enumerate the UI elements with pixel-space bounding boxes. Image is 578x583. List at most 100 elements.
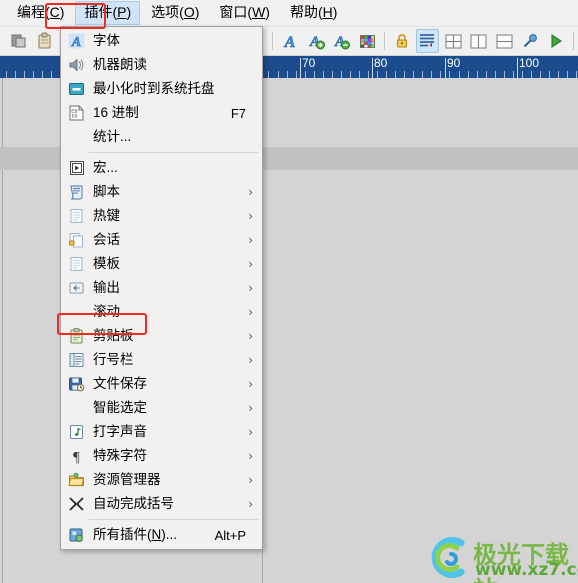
ruler-tick-minor [449,71,450,78]
menu-item-script[interactable]: 脚本 › [61,180,262,204]
menu-item-typing-sound[interactable]: 打字声音 › [61,420,262,444]
menu-item-label: 行号栏 [93,352,134,367]
menu-item-label: 脚本 [93,184,120,199]
ruler-tick-minor [504,71,505,78]
menu-item-label: 资源管理器 [93,472,161,487]
ruler-tick-minor [33,71,34,78]
chevron-right-icon: › [248,209,253,223]
font-remove-icon[interactable]: A [329,29,353,53]
line-number-icon [65,350,88,370]
session-icon [65,230,88,250]
font-blue-icon[interactable]: A [278,29,302,53]
ruler-tick-minor [386,71,387,78]
ruler-tick-minor [422,71,423,78]
menu-item-programming[interactable]: 编程(C) [8,1,73,25]
ruler-tick-minor [495,71,496,78]
menu-item-options[interactable]: 选项(O) [142,1,208,25]
chevron-right-icon: › [248,233,253,247]
ruler-tick-minor [531,71,532,78]
menu-item-text-to-speech[interactable]: 机器朗读 [61,53,262,77]
watermark-url: www.xz7.com [475,560,578,580]
color-palette-icon[interactable] [355,29,379,53]
menu-bar: 编程(C) 插件(P) 选项(O) 窗口(W) 帮助(H) [0,0,578,27]
menu-item-macro[interactable]: 宏... [61,156,262,180]
hex-icon: EB F0 [65,103,88,123]
menu-item-label: 输出 [93,280,120,295]
font-add-icon[interactable]: A [304,29,328,53]
ruler-tick-minor [42,71,43,78]
ruler-tick-major [517,58,518,78]
word-wrap-icon[interactable] [415,29,440,53]
no-icon [65,302,88,322]
copy-to-icon[interactable] [7,29,31,53]
menu-item-plugins[interactable]: 插件(P) [75,1,141,25]
menu-item-label: 文件保存 [93,376,147,391]
ruler-tick-minor [549,71,550,78]
ruler-tick-minor [377,71,378,78]
split-four-icon[interactable] [441,29,465,53]
ruler-tick-minor [413,71,414,78]
menu-item-minimize-to-tray[interactable]: 最小化时到系统托盘 [61,77,262,101]
menu-item-window[interactable]: 窗口(W) [210,1,279,25]
chevron-right-icon: › [248,401,253,415]
chevron-right-icon: › [248,377,253,391]
run-icon[interactable] [544,29,568,53]
ruler-label: 70 [302,56,316,70]
typing-sound-icon [65,422,88,442]
menu-item-label: 最小化时到系统托盘 [93,81,215,96]
menu-item-shortcut: Alt+P [214,527,246,543]
ruler-tick-minor [522,71,523,78]
menu-item-scroll[interactable]: 滚动 › [61,300,262,324]
chevron-right-icon: › [248,353,253,367]
menu-item-all-plugins[interactable]: 所有插件(N)... Alt+P [61,523,262,547]
chevron-right-icon: › [248,281,253,295]
ruler-label: 90 [447,56,461,70]
svg-text:A: A [71,35,81,49]
ruler-tick-minor [468,71,469,78]
menu-item-font[interactable]: A 字体 [61,29,262,53]
menu-item-output[interactable]: 输出 › [61,276,262,300]
ruler-tick-minor [268,71,269,78]
speaker-icon [65,55,88,75]
clipboard-icon [65,326,88,346]
menu-item-clipboard[interactable]: 剪贴板 › [61,324,262,348]
menu-item-session[interactable]: 会话 › [61,228,262,252]
ruler-tick-minor [296,71,297,78]
ruler-tick-minor [540,71,541,78]
ruler-tick-minor [459,71,460,78]
paste-icon[interactable] [33,29,57,53]
menu-item-explorer[interactable]: 资源管理器 › [61,468,262,492]
pin-icon[interactable] [519,29,543,53]
menu-item-file-save[interactable]: 文件保存 › [61,372,262,396]
ruler-tick-minor [341,71,342,78]
menu-item-auto-complete-brackets[interactable]: 自动完成括号 › [61,492,262,516]
menu-item-help[interactable]: 帮助(H) [281,1,346,25]
chevron-right-icon: › [248,329,253,343]
menu-item-special-characters[interactable]: ¶ 特殊字符 › [61,444,262,468]
menu-item-hotkey[interactable]: 热键 › [61,204,262,228]
plugins-dropdown-menu[interactable]: A 字体 机器朗读 最小化时到系统托盘 EB F0 16 进制 F7 统计...… [60,26,263,550]
ruler-tick-major [445,58,446,78]
ruler-tick-minor [278,71,279,78]
menu-item-smart-select[interactable]: 智能选定 › [61,396,262,420]
chevron-right-icon: › [248,425,253,439]
split-vertical-icon[interactable] [467,29,491,53]
split-horizontal-icon[interactable] [493,29,517,53]
chevron-right-icon: › [248,497,253,511]
menu-item-hex[interactable]: EB F0 16 进制 F7 [61,101,262,125]
menu-item-statistics[interactable]: 统计... [61,125,262,149]
ruler-tick-minor [440,71,441,78]
menu-item-label: 机器朗读 [93,57,147,72]
ruler-tick-major [372,58,373,78]
ruler-tick-minor [359,71,360,78]
menu-item-template[interactable]: 模板 › [61,252,262,276]
watermark: 极光下载站 www.xz7.com [427,534,578,583]
lock-icon[interactable] [390,29,414,53]
menu-item-label: 字体 [93,33,120,48]
explorer-folder-icon [65,470,88,490]
pilcrow-icon: ¶ [65,446,88,466]
menu-item-line-number-bar[interactable]: 行号栏 › [61,348,262,372]
menu-separator [65,152,258,153]
ruler-tick-minor [431,71,432,78]
all-plugins-icon [65,525,88,545]
